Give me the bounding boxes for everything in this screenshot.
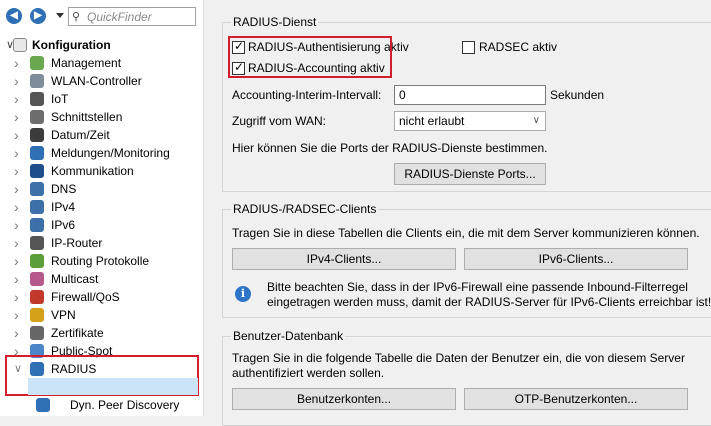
info-icon: i bbox=[235, 286, 251, 302]
navigation-panel: ◀ ▶ ⚲ QuickFinder ∨ Konfiguration › Manag… bbox=[0, 0, 204, 416]
chevron-right-icon[interactable]: › bbox=[14, 288, 24, 306]
chevron-down-icon: ∨ bbox=[532, 115, 540, 126]
checkbox-highlight bbox=[228, 36, 392, 78]
tree-item-label: Multicast bbox=[51, 272, 99, 286]
chevron-right-icon[interactable]: › bbox=[14, 54, 24, 72]
monitoring-icon bbox=[30, 146, 44, 160]
interval-label: Accounting-Interim-Intervall: bbox=[232, 88, 382, 102]
otp-accounts-button[interactable]: OTP-Benutzerkonten... bbox=[464, 388, 688, 410]
communication-icon bbox=[30, 164, 44, 178]
user-accounts-button[interactable]: Benutzerkonten... bbox=[232, 388, 456, 410]
chevron-right-icon[interactable]: › bbox=[14, 72, 24, 90]
interval-input[interactable]: 0 bbox=[394, 85, 546, 105]
wan-access-value: nicht erlaubt bbox=[399, 114, 465, 128]
back-arrow-icon[interactable]: ◀ bbox=[6, 8, 22, 24]
tree-item-label: Datum/Zeit bbox=[51, 128, 110, 142]
search-placeholder: QuickFinder bbox=[87, 10, 152, 24]
chevron-right-icon[interactable]: › bbox=[14, 306, 24, 324]
search-icon: ⚲ bbox=[72, 11, 81, 23]
chevron-right-icon[interactable]: › bbox=[14, 270, 24, 288]
quickfinder-input[interactable]: ⚲ QuickFinder bbox=[68, 7, 196, 26]
group-title: Benutzer-Datenbank bbox=[231, 329, 346, 343]
chevron-right-icon[interactable]: › bbox=[14, 216, 24, 234]
firewall-icon bbox=[30, 290, 44, 304]
info-line-2: eingetragen werden muss, damit der RADIU… bbox=[267, 295, 711, 309]
chevron-right-icon[interactable]: › bbox=[14, 324, 24, 342]
chevron-right-icon[interactable]: › bbox=[14, 162, 24, 180]
tree-item-label: IP-Router bbox=[51, 236, 103, 250]
certificate-icon bbox=[30, 326, 44, 340]
tree-item-label: Schnittstellen bbox=[51, 110, 123, 124]
tree-item-label: Meldungen/Monitoring bbox=[51, 146, 170, 160]
tree-item-label: IPv6 bbox=[51, 218, 76, 232]
tree-item-label: WLAN-Controller bbox=[51, 74, 142, 88]
tree-item-label: Zertifikate bbox=[51, 326, 104, 340]
content-panel: RADIUS-Dienst ✓ RADIUS-Authentisierung a… bbox=[208, 0, 711, 426]
userdb-desc-line-1: Tragen Sie in die folgende Tabelle die D… bbox=[232, 351, 685, 365]
user-database-group: Benutzer-Datenbank Tragen Sie in die fol… bbox=[222, 329, 711, 426]
clock-icon bbox=[30, 128, 44, 142]
info-line-1: Bitte beachten Sie, dass in der IPv6-Fir… bbox=[267, 280, 688, 294]
group-title: RADIUS-Dienst bbox=[231, 15, 319, 29]
wan-label: Zugriff vom WAN: bbox=[232, 114, 327, 128]
ports-hint: Hier können Sie die Ports der RADIUS-Die… bbox=[232, 141, 548, 155]
forward-arrow-icon[interactable]: ▶ bbox=[30, 8, 46, 24]
dns-icon bbox=[30, 182, 44, 196]
tree-item-label: VPN bbox=[51, 308, 76, 322]
tree-item-label: DNS bbox=[51, 182, 77, 196]
chevron-right-icon[interactable]: › bbox=[14, 198, 24, 216]
ipv6-clients-button[interactable]: IPv6-Clients... bbox=[464, 248, 688, 270]
wrench-icon bbox=[13, 38, 27, 52]
userdb-desc-line-2: authentifiziert werden sollen. bbox=[232, 366, 385, 380]
wan-access-select[interactable]: nicht erlaubt ∨ bbox=[394, 111, 546, 131]
vpn-icon bbox=[30, 308, 44, 322]
clients-description: Tragen Sie in diese Tabellen die Clients… bbox=[232, 226, 700, 240]
chevron-right-icon[interactable]: › bbox=[14, 252, 24, 270]
ipv4-clients-button[interactable]: IPv4-Clients... bbox=[232, 248, 456, 270]
tree-toolbar: ◀ ▶ ⚲ QuickFinder bbox=[0, 0, 203, 32]
routing-icon bbox=[30, 254, 44, 268]
management-icon bbox=[30, 56, 44, 70]
radius-clients-group: RADIUS-/RADSEC-Clients Tragen Sie in die… bbox=[222, 202, 711, 318]
group-title: RADIUS-/RADSEC-Clients bbox=[231, 202, 379, 216]
chevron-right-icon[interactable]: › bbox=[14, 180, 24, 198]
tree-root-label: Konfiguration bbox=[32, 38, 111, 52]
tree-item-label: Kommunikation bbox=[51, 164, 134, 178]
chevron-right-icon[interactable]: › bbox=[14, 90, 24, 108]
tree-item-label: Firewall/QoS bbox=[51, 290, 120, 304]
radius-dienst-group: RADIUS-Dienst ✓ RADIUS-Authentisierung a… bbox=[222, 15, 711, 192]
tree-item-label: IoT bbox=[51, 92, 69, 106]
tree-item-label: Dyn. Peer Discovery bbox=[70, 398, 180, 412]
multicast-icon bbox=[30, 272, 44, 286]
tree-item-label: Management bbox=[51, 56, 122, 70]
radsec-label: RADSEC aktiv bbox=[479, 40, 558, 54]
peer-discovery-icon bbox=[36, 398, 50, 412]
wlan-controller-icon bbox=[30, 74, 44, 88]
router-icon bbox=[30, 236, 44, 250]
tree-item-label: Routing Protokolle bbox=[51, 254, 150, 268]
ipv4-icon bbox=[30, 200, 44, 214]
tree-selection bbox=[28, 378, 198, 395]
tree-item-label: IPv4 bbox=[51, 200, 76, 214]
radius-ports-button[interactable]: RADIUS-Dienste Ports... bbox=[394, 163, 546, 185]
chevron-right-icon[interactable]: › bbox=[14, 108, 24, 126]
chevron-down-icon[interactable] bbox=[56, 13, 64, 18]
chevron-right-icon[interactable]: › bbox=[14, 126, 24, 144]
iot-icon bbox=[30, 92, 44, 106]
radsec-checkbox[interactable] bbox=[462, 41, 475, 54]
chevron-right-icon[interactable]: › bbox=[14, 144, 24, 162]
interval-unit: Sekunden bbox=[550, 88, 605, 102]
ipv6-icon bbox=[30, 218, 44, 232]
interfaces-icon bbox=[30, 110, 44, 124]
chevron-right-icon[interactable]: › bbox=[14, 234, 24, 252]
